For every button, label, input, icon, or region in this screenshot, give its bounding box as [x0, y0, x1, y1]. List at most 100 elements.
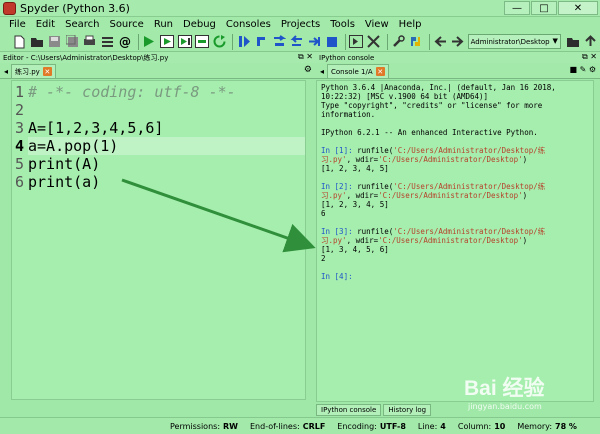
browse-folder-icon[interactable] — [565, 34, 581, 50]
toolbar-separator — [386, 33, 388, 50]
status-permissions: Permissions: RW — [170, 421, 238, 431]
spyder-app-icon — [3, 1, 16, 15]
console-toolbar-icons[interactable]: ■ ✎ ⚙ — [569, 65, 596, 74]
baidu-watermark: Bai 经验 jingyan.baidu.com — [464, 372, 584, 416]
console-input-line: 习.py', wdir='C:/Users/Administrator/Desk… — [321, 155, 589, 164]
banner-line: Type "copyright", "credits" or "license"… — [321, 101, 543, 110]
close-button[interactable]: ✕ — [558, 1, 598, 15]
tab-ipython-console[interactable]: IPython console — [316, 404, 382, 416]
status-line: Line: 4 — [417, 421, 446, 431]
at-sign-icon[interactable]: @ — [117, 34, 133, 50]
menu-search[interactable]: Search — [60, 19, 104, 30]
step-icon[interactable] — [254, 34, 270, 50]
print-icon[interactable] — [82, 34, 98, 50]
menu-source[interactable]: Source — [104, 19, 148, 30]
run-selection-icon[interactable] — [194, 34, 210, 50]
tab-editor-file-label: 练习.py — [15, 67, 40, 76]
file-path-string: 'C:/Users/Administrator/Desktop/练 — [393, 182, 546, 191]
input-prompt[interactable]: In [4]: — [321, 272, 589, 281]
step-into-icon[interactable] — [271, 34, 287, 50]
tab-editor-file[interactable]: 练习.py ✕ — [11, 64, 56, 78]
command-text: runfile( — [352, 146, 394, 155]
maximize-button[interactable]: □ — [531, 1, 557, 15]
status-column: Column: 10 — [457, 421, 506, 431]
menu-edit[interactable]: Edit — [31, 19, 60, 30]
file-switcher-icon[interactable] — [100, 34, 116, 50]
watermark-logo-text: Bai 经验 — [464, 377, 545, 400]
file-path-string: 'C:/Users/Administrator/Desktop/练 — [393, 227, 546, 236]
continue-icon[interactable] — [306, 34, 322, 50]
status-encoding: Encoding: UTF-8 — [337, 421, 406, 431]
command-text: ) — [522, 191, 528, 200]
fullscreen-icon[interactable] — [366, 34, 382, 50]
command-text: , wdir= — [346, 236, 379, 245]
banner-line: information. — [321, 110, 376, 119]
run-icon[interactable] — [142, 34, 158, 50]
editor-pane-header: Editor - C:\Users\Administrator\Desktop\… — [0, 52, 316, 63]
working-directory-combo[interactable]: Administrator\Desktop ▼ — [467, 34, 561, 49]
close-tab-icon[interactable]: ✕ — [42, 67, 52, 76]
toolbar-separator — [137, 33, 139, 50]
rerun-icon[interactable] — [212, 34, 228, 50]
menu-debug[interactable]: Debug — [178, 19, 221, 30]
code-editor[interactable]: 1 2 3 4 5 6 # -*- coding: utf-8 -*- A=[1… — [11, 80, 306, 400]
minimize-button[interactable]: — — [504, 1, 530, 15]
menu-projects[interactable]: Projects — [276, 19, 325, 30]
ipython-version: IPython 6.2.1 -- An enhanced Interactive… — [321, 128, 538, 137]
stop-icon[interactable] — [324, 34, 340, 50]
watermark-url: jingyan.baidu.com — [468, 402, 542, 411]
file-path-string: 'C:/Users/Administrator/Desktop/练 — [393, 146, 546, 155]
menu-help[interactable]: Help — [394, 19, 427, 30]
toolbar-separator — [232, 33, 234, 50]
console-output: [1, 3, 4, 5, 6] — [321, 245, 389, 254]
console-pane-header: IPython console ⧉ ✕ — [316, 52, 600, 63]
debug-icon[interactable] — [236, 34, 252, 50]
open-folder-icon[interactable] — [30, 34, 46, 50]
console-input-line: In [2]: runfile('C:/Users/Administrator/… — [321, 182, 589, 191]
console-output: 6 — [321, 209, 326, 218]
console-pane-title: IPython console — [319, 53, 375, 62]
wdir-path-string: 'C:/Users/Administrator/Desktop' — [378, 236, 523, 245]
code-line: a=A.pop(1) — [28, 137, 119, 155]
python-path-icon[interactable] — [408, 34, 424, 50]
tab-scroll-left-icon[interactable]: ◂ — [320, 67, 324, 76]
preferences-wrench-icon[interactable] — [391, 34, 407, 50]
console-input-line: 习.py', wdir='C:/Users/Administrator/Desk… — [321, 236, 589, 245]
maximize-pane-icon[interactable] — [348, 34, 364, 50]
save-all-icon[interactable] — [65, 34, 81, 50]
menu-file[interactable]: File — [4, 19, 31, 30]
menu-consoles[interactable]: Consoles — [221, 19, 276, 30]
ipython-console[interactable]: Python 3.6.4 |Anaconda, Inc.| (default, … — [316, 80, 594, 402]
tab-console[interactable]: Console 1/A ✕ — [327, 64, 389, 78]
pane-options-icon[interactable]: ⧉ ✕ — [582, 52, 597, 62]
code-line: A=[1,2,3,4,5,6] — [28, 119, 164, 137]
command-text: , wdir= — [346, 155, 379, 164]
parent-directory-icon[interactable] — [582, 34, 598, 50]
save-icon[interactable] — [47, 34, 63, 50]
pane-options-icon[interactable]: ⧉ ✕ — [298, 52, 313, 62]
tab-history-log[interactable]: History log — [383, 404, 432, 416]
back-arrow-icon[interactable] — [433, 34, 449, 50]
command-text: ) — [522, 155, 528, 164]
step-return-icon[interactable] — [289, 34, 305, 50]
run-cell-icon[interactable] — [159, 34, 175, 50]
console-tabbar: ◂ Console 1/A ✕ ■ ✎ ⚙ — [316, 63, 600, 79]
editor-options-gear-icon[interactable]: ⚙ — [304, 65, 312, 75]
file-path-string: 习.py' — [321, 236, 347, 245]
file-path-string: 习.py' — [321, 155, 347, 164]
toolbar-separator — [428, 33, 430, 50]
tab-scroll-left-icon[interactable]: ◂ — [4, 67, 8, 76]
menu-view[interactable]: View — [360, 19, 394, 30]
code-line: print(a) — [28, 173, 101, 191]
status-eol: End-of-lines: CRLF — [250, 421, 326, 431]
editor-title: Editor - C:\Users\Administrator\Desktop\… — [3, 53, 169, 62]
close-tab-icon[interactable]: ✕ — [375, 67, 385, 76]
command-text: runfile( — [352, 227, 394, 236]
menu-run[interactable]: Run — [149, 19, 178, 30]
forward-arrow-icon[interactable] — [450, 34, 466, 50]
menu-tools[interactable]: Tools — [325, 19, 360, 30]
console-input-line: 习.py', wdir='C:/Users/Administrator/Desk… — [321, 191, 589, 200]
run-cell-advance-icon[interactable] — [177, 34, 193, 50]
status-bar: Permissions: RW End-of-lines: CRLF Encodin… — [0, 417, 600, 434]
new-file-icon[interactable] — [12, 34, 28, 50]
